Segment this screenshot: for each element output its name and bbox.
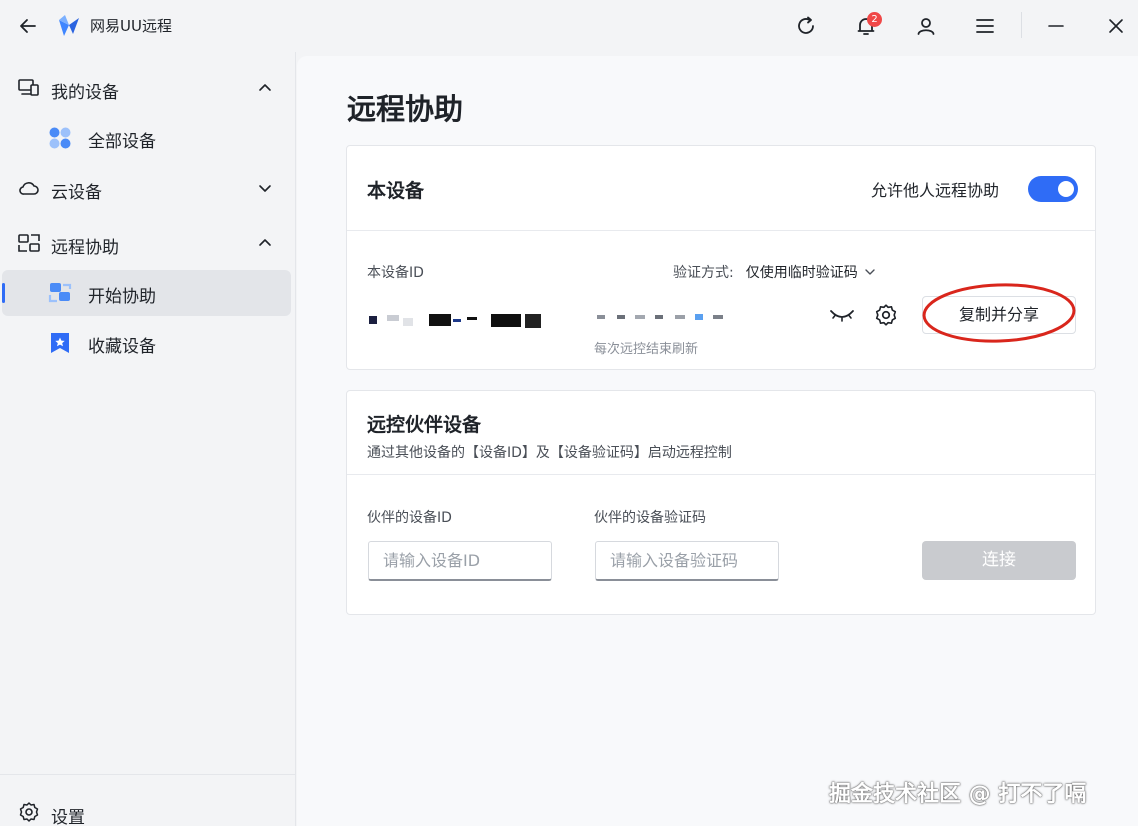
verify-method-select[interactable]: 验证方式: 仅使用临时验证码 bbox=[673, 262, 876, 282]
partner-device-title: 远控伙伴设备 bbox=[367, 414, 482, 436]
verify-method-label: 验证方式: bbox=[673, 265, 734, 281]
menu-button[interactable] bbox=[969, 10, 1001, 42]
app-logo-icon bbox=[59, 15, 79, 36]
sidebar-group-cloud-devices[interactable]: 云设备 bbox=[0, 166, 296, 210]
eye-closed-icon bbox=[830, 310, 854, 322]
toggle-code-visibility-button[interactable] bbox=[828, 304, 856, 326]
close-button[interactable] bbox=[1100, 10, 1132, 42]
allow-remote-label: 允许他人远程协助 bbox=[871, 181, 1000, 200]
toggle-knob bbox=[1058, 181, 1074, 197]
sidebar-group-my-devices[interactable]: 我的设备 bbox=[0, 66, 296, 110]
sidebar: 我的设备 全部设备 云设备 远程协助 开始协助 收藏设备 设置 bbox=[0, 52, 296, 826]
app-title: 网易UU远程 bbox=[90, 17, 172, 35]
notification-badge: 2 bbox=[867, 12, 882, 27]
device-id-label: 本设备ID bbox=[367, 265, 424, 281]
close-icon bbox=[1109, 19, 1123, 33]
verify-settings-button[interactable] bbox=[874, 303, 898, 327]
sidebar-item-label: 开始协助 bbox=[88, 287, 156, 307]
notification-button[interactable]: 2 bbox=[850, 10, 882, 42]
allow-remote-toggle[interactable] bbox=[1028, 176, 1078, 202]
settings-label: 设置 bbox=[51, 808, 85, 826]
main-content: 远程协助 本设备 允许他人远程协助 本设备ID 验证方式: 仅使用临时验证码 每… bbox=[297, 56, 1138, 826]
sidebar-group-label: 远程协助 bbox=[51, 238, 119, 258]
refresh-icon bbox=[798, 16, 814, 34]
minimize-button[interactable] bbox=[1040, 10, 1072, 42]
card-divider bbox=[347, 474, 1095, 475]
copy-and-share-button[interactable]: 复制并分享 bbox=[922, 296, 1076, 334]
partner-device-card: 远控伙伴设备 通过其他设备的【设备ID】及【设备验证码】启动远程控制 伙伴的设备… bbox=[346, 390, 1096, 615]
title-bar: 网易UU远程 2 bbox=[0, 0, 1138, 52]
account-button[interactable] bbox=[910, 10, 942, 42]
grid-dots-icon bbox=[49, 127, 71, 149]
this-device-card: 本设备 允许他人远程协助 本设备ID 验证方式: 仅使用临时验证码 每次远控结束… bbox=[346, 145, 1096, 370]
sidebar-group-remote-assist[interactable]: 远程协助 bbox=[0, 221, 296, 265]
gear-icon bbox=[19, 802, 39, 822]
verify-code-redacted bbox=[597, 314, 723, 320]
cloud-icon bbox=[19, 182, 39, 195]
active-indicator bbox=[2, 283, 5, 303]
partner-device-subtitle: 通过其他设备的【设备ID】及【设备验证码】启动远程控制 bbox=[367, 445, 732, 461]
partner-id-label: 伙伴的设备ID bbox=[367, 510, 452, 526]
devices-icon bbox=[18, 79, 39, 96]
code-refresh-hint: 每次远控结束刷新 bbox=[594, 342, 699, 357]
partner-id-input[interactable] bbox=[368, 541, 552, 581]
bookmark-star-icon bbox=[51, 333, 69, 353]
refresh-button[interactable] bbox=[790, 10, 822, 42]
gear-icon bbox=[875, 304, 897, 326]
card-divider bbox=[347, 230, 1095, 231]
titlebar-divider bbox=[1021, 12, 1022, 38]
remote-assist-icon bbox=[18, 234, 40, 252]
minimize-icon bbox=[1048, 25, 1064, 27]
sidebar-item-label: 全部设备 bbox=[88, 132, 156, 152]
user-icon bbox=[917, 18, 935, 35]
device-id-redacted bbox=[369, 314, 541, 328]
sidebar-group-label: 云设备 bbox=[51, 183, 102, 203]
start-assist-icon bbox=[48, 283, 72, 303]
watermark: 掘金技术社区 @ 打不了嗝 bbox=[829, 782, 1087, 807]
settings-button[interactable]: 设置 bbox=[0, 774, 296, 826]
page-title: 远程协助 bbox=[347, 92, 464, 126]
partner-code-input[interactable] bbox=[595, 541, 779, 581]
sidebar-item-favorite-devices[interactable]: 收藏设备 bbox=[2, 320, 291, 366]
chevron-down-icon bbox=[259, 185, 271, 192]
this-device-title: 本设备 bbox=[367, 180, 425, 202]
menu-icon bbox=[976, 19, 994, 33]
verify-method-value: 仅使用临时验证码 bbox=[745, 265, 858, 281]
chevron-up-icon bbox=[259, 84, 271, 91]
sidebar-item-label: 收藏设备 bbox=[88, 337, 156, 357]
sidebar-group-label: 我的设备 bbox=[51, 83, 119, 103]
partner-code-label: 伙伴的设备验证码 bbox=[594, 510, 706, 526]
chevron-up-icon bbox=[259, 239, 271, 246]
arrow-left-icon bbox=[20, 19, 36, 33]
sidebar-item-start-assist[interactable]: 开始协助 bbox=[2, 270, 291, 316]
back-button[interactable] bbox=[14, 12, 42, 40]
chevron-down-icon bbox=[865, 269, 875, 275]
sidebar-item-all-devices[interactable]: 全部设备 bbox=[2, 115, 291, 161]
connect-button[interactable]: 连接 bbox=[922, 541, 1076, 580]
